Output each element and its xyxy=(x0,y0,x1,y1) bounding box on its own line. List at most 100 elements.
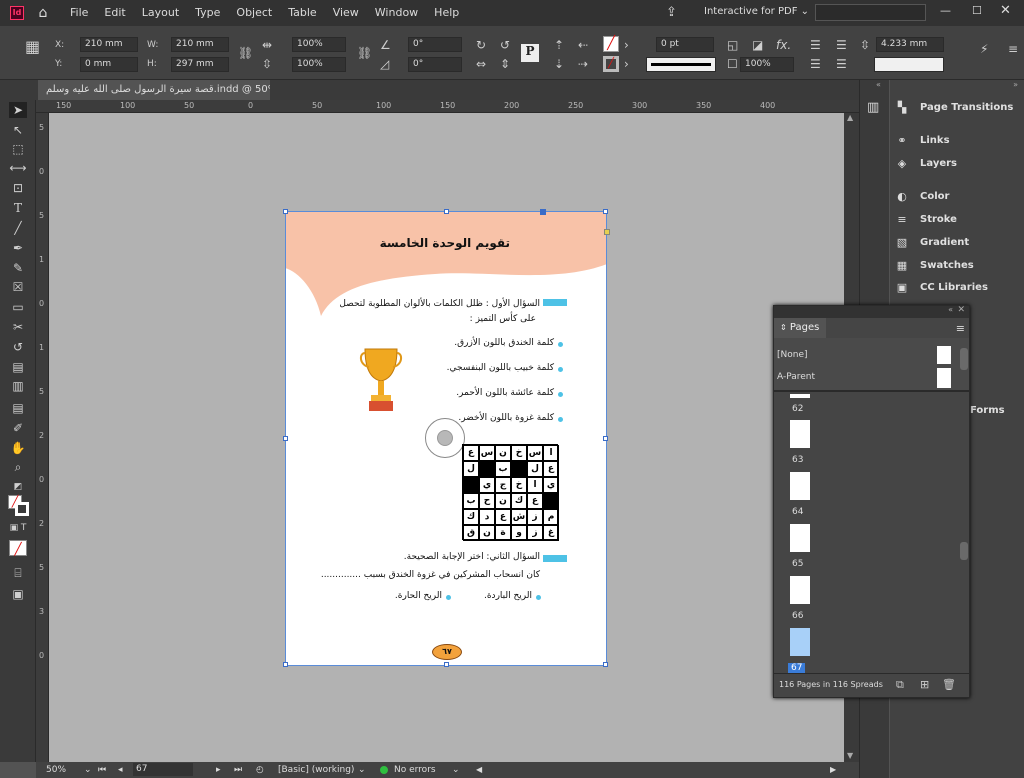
home-icon[interactable]: ⌂ xyxy=(32,5,54,21)
content-collector-icon[interactable]: ⊡ xyxy=(9,180,27,196)
preflight-status[interactable]: No errors xyxy=(394,762,436,778)
handle-tc[interactable] xyxy=(444,209,449,214)
zoom-tool-icon[interactable]: ⌕ xyxy=(9,459,27,475)
pages-panel-titlebar[interactable]: « ✕ xyxy=(774,305,969,318)
h-field[interactable]: 297 mm xyxy=(171,57,229,72)
pages-list[interactable]: 62 63 64 65 66 67 xyxy=(774,394,969,674)
menu-view[interactable]: View xyxy=(325,0,367,26)
panel-gradient[interactable]: ▧ Gradient xyxy=(894,232,969,252)
select-container-icon[interactable]: ⇡ xyxy=(554,38,564,52)
rotate-field[interactable]: 0° xyxy=(408,37,462,52)
handle-bl[interactable] xyxy=(283,662,288,667)
w-field[interactable]: 210 mm xyxy=(171,37,229,52)
panel-color[interactable]: ◐ Color xyxy=(894,186,949,206)
drop-shadow-icon[interactable]: ◪ xyxy=(752,38,763,52)
scroll-down-icon[interactable]: ▼ xyxy=(847,751,853,760)
page-thumb-63[interactable] xyxy=(790,420,810,448)
pencil-tool-icon[interactable]: ✎ xyxy=(9,260,27,276)
menu-window[interactable]: Window xyxy=(367,0,426,26)
menu-help[interactable]: Help xyxy=(426,0,467,26)
free-transform-tool-icon[interactable]: ↺ xyxy=(9,339,27,355)
panel-forms[interactable]: Forms xyxy=(970,400,1005,420)
pages-scrollbar[interactable] xyxy=(960,542,968,560)
panel-links[interactable]: ⚭ Links xyxy=(894,130,949,150)
handle-bc[interactable] xyxy=(444,662,449,667)
menu-layout[interactable]: Layout xyxy=(134,0,187,26)
collapse-panel-icon[interactable]: « xyxy=(948,305,953,314)
measure-field[interactable]: 4.233 mm xyxy=(876,37,944,52)
constrain-link-icon[interactable]: ⛓ xyxy=(238,46,253,60)
rotate-cw-icon[interactable]: ↻ xyxy=(476,38,486,52)
pen-tool-icon[interactable]: ✒ xyxy=(9,240,27,256)
y-field[interactable]: 0 mm xyxy=(80,57,138,72)
page-thumb-65[interactable] xyxy=(790,524,810,552)
stroke-swatch[interactable] xyxy=(15,502,29,516)
handle-mr[interactable] xyxy=(603,436,608,441)
page-tool-icon[interactable]: ⬚ xyxy=(9,141,27,157)
reference-point-icon[interactable]: ▦ xyxy=(25,39,40,55)
stroke-type-select[interactable] xyxy=(646,57,716,72)
scroll-up-icon[interactable]: ▲ xyxy=(847,113,853,122)
fill-none-icon[interactable]: ╱ xyxy=(603,36,619,52)
search-input[interactable] xyxy=(815,4,926,21)
rotate-ccw-icon[interactable]: ↺ xyxy=(500,38,510,52)
menu-type[interactable]: Type xyxy=(187,0,228,26)
prev-page-icon[interactable]: ◂ xyxy=(118,762,123,778)
scissors-tool-icon[interactable]: ✂ xyxy=(9,319,27,335)
minimize-icon[interactable]: — xyxy=(940,4,951,17)
gap-tool-icon[interactable]: ⟷ xyxy=(9,160,27,176)
open-page-icon[interactable]: ◴ xyxy=(256,762,264,778)
gradient-swatch-tool-icon[interactable]: ▤ xyxy=(9,359,27,375)
libraries-icon[interactable]: ▥ xyxy=(867,100,879,115)
rectangle-tool-icon[interactable]: ▭ xyxy=(9,299,27,315)
align-left-icon[interactable]: ☰ xyxy=(810,38,821,52)
handle-ml[interactable] xyxy=(283,436,288,441)
collapse-arrows-icon[interactable]: « xyxy=(876,80,881,89)
expand-arrows-icon[interactable]: » xyxy=(1013,80,1018,89)
page-thumb-66[interactable] xyxy=(790,576,810,604)
zoom-dropdown-icon[interactable]: ⌄ xyxy=(84,762,92,778)
masters-scrollbar[interactable] xyxy=(960,348,968,370)
stroke-none-icon[interactable]: ╱ xyxy=(603,56,619,72)
first-page-icon[interactable]: ⏮ xyxy=(98,762,106,778)
stroke-weight-field[interactable]: 0 pt xyxy=(656,37,714,52)
master-none[interactable]: [None] xyxy=(777,346,957,364)
handle-tr[interactable] xyxy=(603,209,608,214)
new-page-icon[interactable]: ⊞ xyxy=(920,678,929,691)
page-thumb-67[interactable] xyxy=(790,628,810,656)
panel-page-transitions[interactable]: ▚ Page Transitions xyxy=(894,97,1014,117)
document-tab[interactable]: قصة سيرة الرسول صلى الله عليه وسلم.indd … xyxy=(38,80,270,100)
handle-br[interactable] xyxy=(603,662,608,667)
gradient-feather-tool-icon[interactable]: ▥ xyxy=(9,378,27,394)
content-grabber[interactable] xyxy=(540,209,546,215)
menu-file[interactable]: File xyxy=(62,0,96,26)
line-tool-icon[interactable]: ╱ xyxy=(9,220,27,236)
menu-table[interactable]: Table xyxy=(280,0,324,26)
view-mode-icon[interactable]: ⌸ xyxy=(9,565,27,581)
menu-object[interactable]: Object xyxy=(228,0,280,26)
style-dropdown-icon[interactable]: ⌄ xyxy=(358,762,366,778)
rectangle-frame-tool-icon[interactable]: ☒ xyxy=(9,279,27,295)
note-tool-icon[interactable]: ▤ xyxy=(9,400,27,416)
frame-fitting-icon[interactable]: ◱ xyxy=(727,38,738,52)
effects-icon[interactable]: fx. xyxy=(776,38,791,52)
stroke-arrow-icon[interactable]: › xyxy=(624,57,629,71)
page-thumb-62[interactable] xyxy=(790,394,810,398)
fill-stroke-swatch[interactable]: ╱ xyxy=(8,495,30,517)
scroll-left-icon[interactable]: ◀ xyxy=(476,762,482,778)
scale-y-field[interactable]: 100% xyxy=(292,57,346,72)
object-style-select[interactable] xyxy=(874,57,944,72)
panel-layers[interactable]: ◈ Layers xyxy=(894,153,957,173)
panel-swatches[interactable]: ▦ Swatches xyxy=(894,255,974,275)
align-right-icon[interactable]: ☰ xyxy=(836,38,847,52)
default-colors-icon[interactable]: ◩ xyxy=(9,479,27,495)
panel-cc-libraries[interactable]: ▣ CC Libraries xyxy=(894,277,988,297)
apply-formatting-icon[interactable]: ▣ T xyxy=(9,520,27,536)
lightning-icon[interactable]: ⚡ xyxy=(980,42,988,56)
x-field[interactable]: 210 mm xyxy=(80,37,138,52)
constrain-proportions-icon[interactable]: ⛓ xyxy=(357,46,372,60)
page-size-icon[interactable]: ⧉ xyxy=(896,678,904,692)
master-a-parent[interactable]: A-Parent xyxy=(777,368,957,388)
delete-page-icon[interactable]: 🗑 xyxy=(942,678,956,691)
workspace-switcher[interactable]: Interactive for PDF ⌄ xyxy=(704,6,809,17)
